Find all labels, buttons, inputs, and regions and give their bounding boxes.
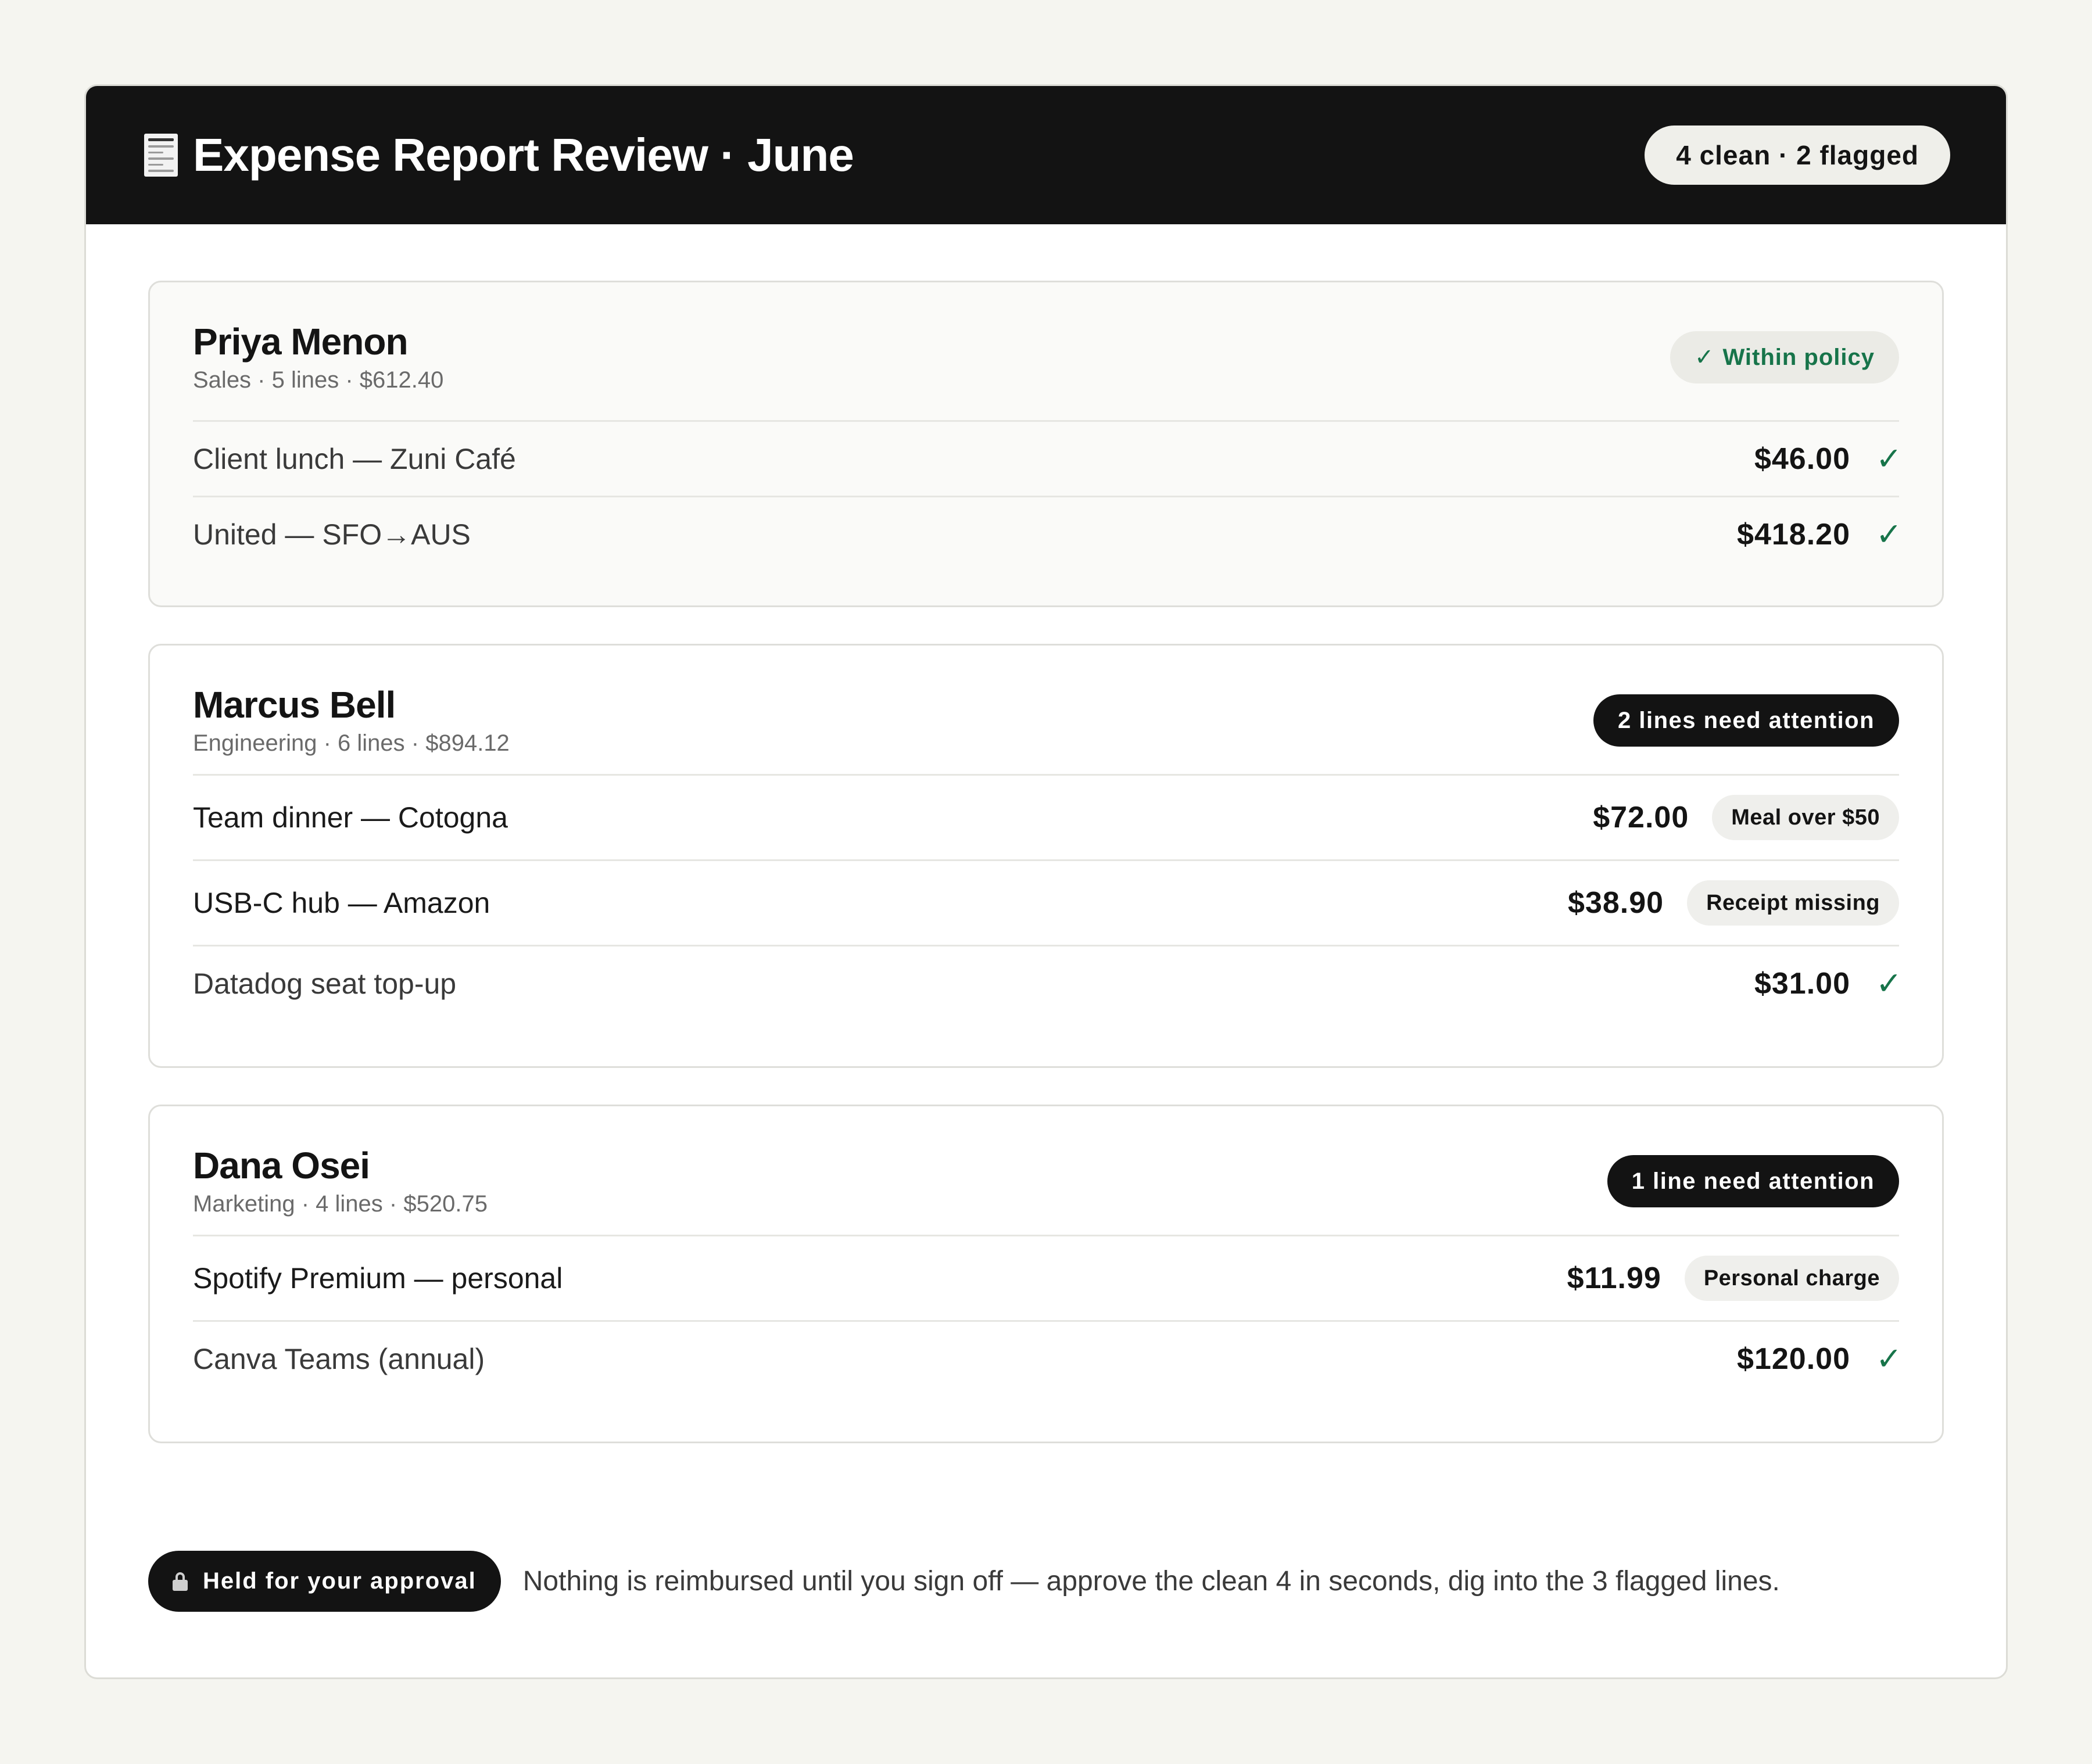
check-icon: ✓ — [1694, 345, 1715, 370]
employee-name: Dana Osei — [193, 1145, 370, 1186]
approval-footer: Held for your approval Nothing is reimbu… — [148, 1551, 1780, 1612]
expense-line[interactable]: United — SFO→AUS $418.20 ✓ — [193, 496, 1903, 571]
flag-tag[interactable]: Receipt missing — [1687, 880, 1899, 926]
expense-review-window: Expense Report Review · June 4 clean · 2… — [84, 84, 2008, 1679]
card-header: Marcus Bell Engineering · 6 lines · $894… — [193, 684, 1899, 756]
flag-tag[interactable]: Personal charge — [1684, 1256, 1899, 1301]
employee-name: Priya Menon — [193, 321, 409, 363]
status-label: Within policy — [1722, 344, 1875, 370]
employee-name: Marcus Bell — [193, 684, 396, 726]
expense-line[interactable]: Canva Teams (annual) $120.00 ✓ — [193, 1320, 1903, 1396]
header-bar: Expense Report Review · June 4 clean · 2… — [86, 86, 2006, 224]
line-amount: $72.00 — [1593, 801, 1689, 834]
report-card-marcus-bell[interactable]: Marcus Bell Engineering · 6 lines · $894… — [148, 644, 1944, 1068]
report-card-dana-osei[interactable]: Dana Osei Marketing · 4 lines · $520.75 … — [148, 1105, 1944, 1443]
approval-note: Nothing is reimbursed until you sign off… — [522, 1566, 1780, 1597]
line-amount: $46.00 — [1754, 442, 1850, 476]
flag-tag[interactable]: Meal over $50 — [1712, 795, 1899, 840]
attention-badge: 1 line need attention — [1607, 1155, 1899, 1207]
expense-line-flagged[interactable]: Spotify Premium — personal $11.99 Person… — [193, 1235, 1899, 1320]
line-description: United — SFO→AUS — [193, 518, 471, 551]
line-amount: $11.99 — [1567, 1261, 1661, 1295]
report-meta: Marketing · 4 lines · $520.75 — [193, 1191, 488, 1217]
line-description: Team dinner — Cotogna — [193, 801, 508, 834]
report-meta: Sales · 5 lines · $612.40 — [193, 367, 444, 393]
expense-line[interactable]: Client lunch — Zuni Café $46.00 ✓ — [193, 420, 1903, 496]
card-header: Priya Menon Sales · 5 lines · $612.40 ✓ … — [193, 321, 1899, 393]
line-description: Spotify Premium — personal — [193, 1262, 563, 1295]
check-icon: ✓ — [1876, 442, 1903, 476]
line-amount: $38.90 — [1568, 886, 1664, 920]
line-amount: $31.00 — [1754, 966, 1850, 1001]
line-description: Datadog seat top-up — [193, 967, 457, 1000]
lock-icon — [173, 1572, 188, 1591]
attention-badge: 2 lines need attention — [1593, 694, 1899, 747]
expense-line[interactable]: Datadog seat top-up $31.00 ✓ — [193, 945, 1903, 1020]
status-badge: ✓ Within policy — [1670, 331, 1899, 383]
check-icon: ✓ — [1876, 517, 1903, 552]
expense-line-flagged[interactable]: USB-C hub — Amazon $38.90 Receipt missin… — [193, 859, 1899, 945]
approval-label: Held for your approval — [203, 1568, 477, 1594]
summary-badge[interactable]: 4 clean · 2 flagged — [1645, 126, 1950, 185]
report-card-priya-menon[interactable]: Priya Menon Sales · 5 lines · $612.40 ✓ … — [148, 281, 1944, 607]
card-header: Dana Osei Marketing · 4 lines · $520.75 … — [193, 1145, 1899, 1217]
line-description: Canva Teams (annual) — [193, 1342, 485, 1375]
check-icon: ✓ — [1876, 1342, 1903, 1376]
line-description: Client lunch — Zuni Café — [193, 442, 516, 475]
page-title: Expense Report Review · June — [193, 129, 854, 181]
expense-line-flagged[interactable]: Team dinner — Cotogna $72.00 Meal over $… — [193, 774, 1899, 859]
report-list: Priya Menon Sales · 5 lines · $612.40 ✓ … — [86, 224, 2006, 1443]
line-amount: $418.20 — [1737, 517, 1850, 551]
title-group: Expense Report Review · June — [144, 128, 854, 182]
report-meta: Engineering · 6 lines · $894.12 — [193, 730, 510, 756]
check-icon: ✓ — [1876, 966, 1903, 1001]
line-amount: $120.00 — [1737, 1342, 1850, 1376]
held-for-approval-button[interactable]: Held for your approval — [148, 1551, 501, 1612]
receipt-icon — [144, 134, 178, 177]
line-description: USB-C hub — Amazon — [193, 887, 490, 919]
